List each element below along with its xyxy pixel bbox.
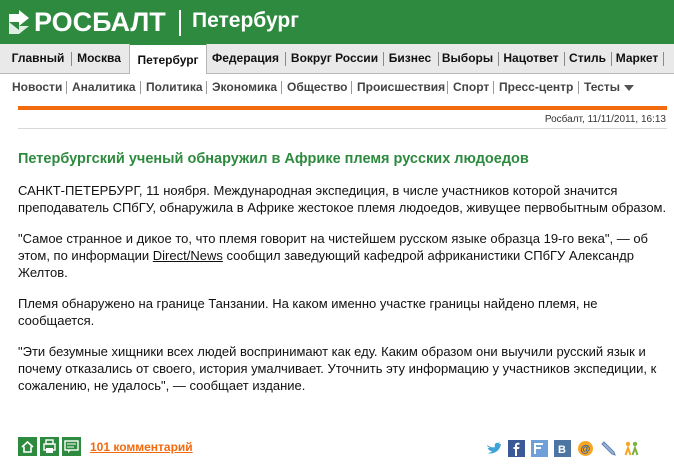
article-body: САНКТ-ПЕТЕРБУРГ, 11 ноября. Международна… xyxy=(18,182,668,408)
subnav-item-economy[interactable]: Экономика xyxy=(212,75,277,99)
article-paragraph: "Самое странное и дикое то, что племя го… xyxy=(18,230,668,281)
meta-divider xyxy=(18,128,667,129)
odnoklassniki-icon[interactable] xyxy=(623,440,640,457)
sub-nav: Новости Аналитика Политика Экономика Общ… xyxy=(0,75,674,99)
social-share-bar: B @ xyxy=(485,440,646,457)
livejournal-icon[interactable] xyxy=(600,440,617,457)
svg-text:B: B xyxy=(558,444,566,456)
subnav-item-press-center[interactable]: Пресс-центр xyxy=(499,75,573,99)
subnav-divider xyxy=(281,81,282,94)
subnav-divider xyxy=(578,81,579,94)
subnav-tests-label: Тесты xyxy=(584,80,621,94)
subnav-item-society[interactable]: Общество xyxy=(287,75,348,99)
print-icon[interactable] xyxy=(40,437,59,456)
subnav-divider xyxy=(140,81,141,94)
home-icon[interactable] xyxy=(18,437,37,456)
nav-tab-main[interactable]: Главный xyxy=(6,44,70,73)
article-paragraph: Племя обнаружено на границе Танзании. На… xyxy=(18,296,598,328)
subnav-divider xyxy=(206,81,207,94)
region-title: Петербург xyxy=(192,9,299,32)
comments-link[interactable]: 101 комментарий xyxy=(90,440,193,454)
twitter-icon[interactable] xyxy=(485,440,502,457)
logo-divider xyxy=(179,10,181,36)
comment-icon[interactable] xyxy=(62,437,81,456)
mailru-icon[interactable]: @ xyxy=(577,440,594,457)
nav-divider xyxy=(285,52,286,66)
subnav-divider xyxy=(447,81,448,94)
orange-divider xyxy=(18,106,667,110)
article-actions: 101 комментарий xyxy=(18,437,193,456)
subnav-divider xyxy=(493,81,494,94)
svg-text:@: @ xyxy=(581,444,591,455)
facebook-icon[interactable] xyxy=(508,440,525,457)
nav-divider xyxy=(663,52,664,66)
source-link[interactable]: Direct/News xyxy=(153,248,223,263)
nav-tab-natsotvet[interactable]: Нацответ xyxy=(499,44,563,73)
site-header: РОСБАЛТ Петербург xyxy=(0,0,674,44)
subnav-item-politics[interactable]: Политика xyxy=(146,75,203,99)
subnav-item-sport[interactable]: Спорт xyxy=(453,75,489,99)
article-title: Петербургский ученый обнаружил в Африке … xyxy=(18,151,529,167)
article-meta: Росбалт, 11/11/2011, 16:13 xyxy=(544,114,666,125)
nav-tab-petersburg[interactable]: Петербург xyxy=(129,43,207,74)
subnav-item-analytics[interactable]: Аналитика xyxy=(72,75,136,99)
subnav-item-incidents[interactable]: Происшествия xyxy=(357,75,445,99)
nav-tab-around-russia[interactable]: Вокруг России xyxy=(287,44,382,73)
article-paragraph: "Эти безумные хищники всех людей восприн… xyxy=(18,344,657,393)
subnav-item-news[interactable]: Новости xyxy=(12,75,62,99)
friendfeed-icon[interactable] xyxy=(531,440,548,457)
vkontakte-icon[interactable]: B xyxy=(554,440,571,457)
dropdown-arrow-icon xyxy=(624,84,635,91)
subnav-divider xyxy=(351,81,352,94)
nav-tab-moscow[interactable]: Москва xyxy=(72,44,126,73)
article-paragraph: САНКТ-ПЕТЕРБУРГ, 11 ноября. Международна… xyxy=(18,183,667,215)
logo-mark-icon xyxy=(9,10,29,34)
subnav-divider xyxy=(66,81,67,94)
logo-text: РОСБАЛТ xyxy=(34,6,166,37)
nav-tab-business[interactable]: Бизнес xyxy=(384,44,436,73)
subnav-item-tests[interactable]: Тесты xyxy=(584,75,635,99)
nav-tab-market[interactable]: Маркет xyxy=(612,44,662,73)
main-nav: Главный Москва Петербург Федерация Вокру… xyxy=(0,43,674,74)
nav-tab-elections[interactable]: Выборы xyxy=(439,44,496,73)
nav-tab-style[interactable]: Стиль xyxy=(565,44,610,73)
site-logo[interactable]: РОСБАЛТ xyxy=(6,6,166,38)
nav-tab-federation[interactable]: Федерация xyxy=(208,44,283,73)
